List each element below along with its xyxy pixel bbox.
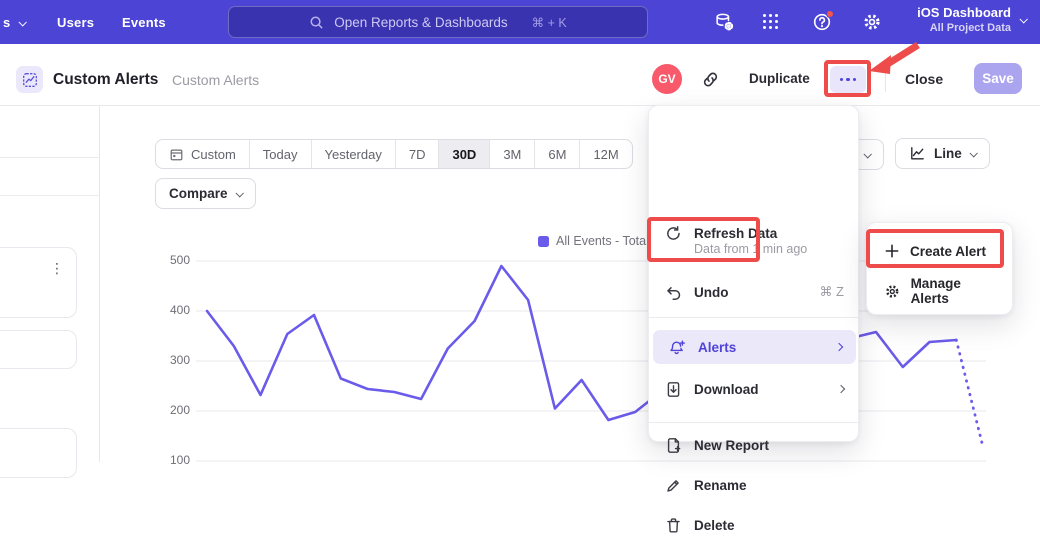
notification-dot: [826, 10, 834, 18]
download-icon: [665, 381, 682, 398]
insights-report-icon: [16, 66, 43, 93]
chevron-down-icon: [235, 189, 243, 197]
settings-gear-icon[interactable]: [862, 12, 882, 32]
calendar-icon: [169, 147, 184, 162]
series-dotted-projection: [956, 340, 983, 447]
date-range-30d-selected[interactable]: 30D: [439, 140, 490, 168]
submenu-item-create-alert[interactable]: Create Alert: [867, 233, 1012, 269]
compare-button[interactable]: Compare: [155, 178, 256, 209]
menu-item-rename[interactable]: Rename: [649, 468, 858, 502]
date-range-custom[interactable]: Custom: [156, 140, 250, 168]
date-range-7d[interactable]: 7D: [396, 140, 440, 168]
trash-icon: [665, 517, 682, 534]
submenu-item-manage-alerts[interactable]: Manage Alerts: [867, 273, 1012, 309]
menu-item-new-report[interactable]: New Report: [649, 428, 858, 462]
project-name: iOS Dashboard: [917, 5, 1011, 20]
chevron-right-icon: [835, 343, 843, 351]
pencil-icon: [665, 477, 682, 494]
nav-item-events[interactable]: Events: [122, 15, 166, 30]
sidebar-query-card[interactable]: [0, 330, 77, 369]
date-range-today[interactable]: Today: [250, 140, 312, 168]
data-management-icon[interactable]: [714, 12, 734, 32]
undo-icon: [665, 284, 682, 301]
date-range-3m[interactable]: 3M: [490, 140, 535, 168]
chevron-down-icon: [1019, 15, 1027, 23]
search-shortcut: ⌘ + K: [532, 15, 567, 30]
chevron-down-icon: [19, 18, 27, 26]
copy-link-icon[interactable]: [701, 70, 720, 89]
chevron-down-icon: [969, 149, 977, 157]
nav-item-users[interactable]: Users: [57, 15, 94, 30]
ellipsis-icon: [840, 78, 844, 82]
date-range-yesterday[interactable]: Yesterday: [312, 140, 396, 168]
help-icon[interactable]: [812, 12, 832, 32]
search-icon: [309, 15, 324, 30]
nav-item-boards-partial[interactable]: s: [3, 15, 25, 30]
refresh-subtitle: Data from 1 min ago: [694, 242, 807, 256]
line-chart-icon: [909, 145, 926, 162]
menu-item-alerts[interactable]: Alerts: [653, 330, 856, 364]
project-switcher[interactable]: iOS Dashboard All Project Data: [917, 5, 1026, 34]
save-button[interactable]: Save: [974, 63, 1022, 94]
duplicate-button[interactable]: Duplicate: [749, 71, 810, 86]
sidebar-row-divider: [0, 157, 99, 158]
sidebar-query-card[interactable]: [0, 247, 77, 318]
kebab-menu-icon[interactable]: ⋮: [50, 260, 64, 277]
breadcrumb: Custom Alerts: [172, 72, 259, 88]
menu-item-undo[interactable]: Undo ⌘ Z: [649, 272, 858, 312]
apps-grid-icon[interactable]: [763, 12, 783, 32]
search-input[interactable]: Open Reports & Dashboards ⌘ + K: [228, 6, 648, 38]
report-header: Custom Alerts Custom Alerts GV Duplicate…: [0, 44, 1040, 106]
new-report-icon: [665, 437, 682, 454]
page-title: Custom Alerts: [53, 71, 158, 89]
menu-item-download[interactable]: Download: [649, 372, 858, 406]
refresh-icon: [665, 225, 682, 242]
header-separator: [885, 66, 886, 92]
date-range-segmented-control: Custom Today Yesterday 7D 30D 3M 6M 12M: [155, 139, 633, 169]
undo-shortcut: ⌘ Z: [819, 284, 844, 300]
gear-icon: [884, 283, 901, 300]
menu-divider: [649, 422, 858, 423]
search-placeholder: Open Reports & Dashboards: [334, 15, 507, 30]
chevron-right-icon: [837, 385, 845, 393]
menu-item-delete[interactable]: Delete: [649, 508, 858, 542]
alert-bell-plus-icon: [669, 339, 686, 356]
report-options-menu: Refresh Data Data from 1 min ago Undo ⌘ …: [648, 105, 859, 442]
sidebar-row-divider: [0, 195, 99, 196]
more-options-button[interactable]: [830, 66, 866, 93]
chart-type-button[interactable]: Line: [895, 138, 990, 169]
sidebar-query-card[interactable]: [0, 428, 77, 478]
plus-icon: [884, 243, 900, 259]
menu-divider: [649, 317, 858, 318]
project-scope: All Project Data: [917, 22, 1011, 34]
chevron-down-icon: [863, 150, 871, 158]
close-button[interactable]: Close: [905, 71, 943, 87]
alerts-submenu: Create Alert Manage Alerts: [866, 222, 1013, 315]
top-navigation: s Users Events Open Reports & Dashboards…: [0, 0, 1040, 44]
date-range-6m[interactable]: 6M: [535, 140, 580, 168]
avatar[interactable]: GV: [652, 64, 682, 94]
date-range-12m[interactable]: 12M: [580, 140, 631, 168]
